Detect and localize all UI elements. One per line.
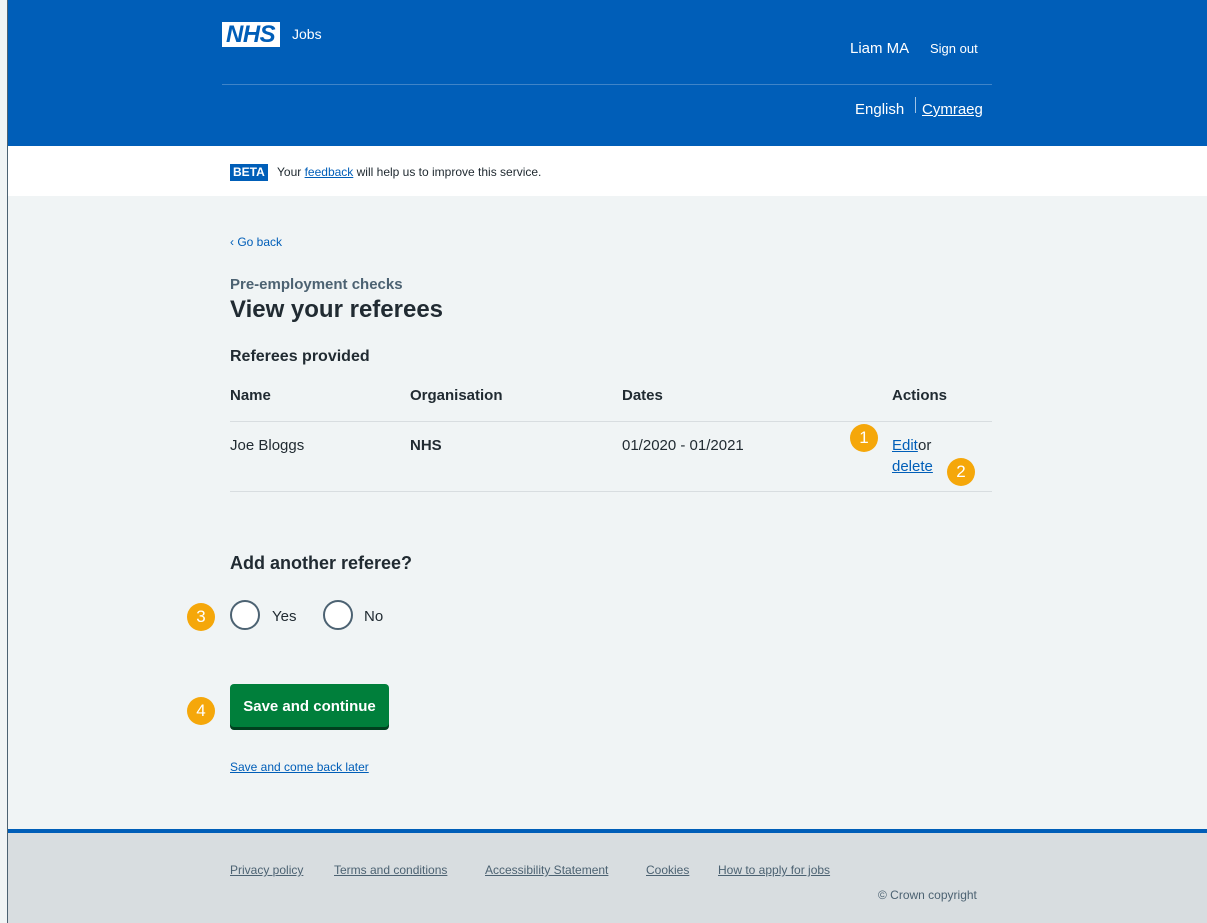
- go-back-label: Go back: [237, 235, 283, 249]
- footer-link-how-to-apply[interactable]: How to apply for jobs: [718, 863, 830, 877]
- language-separator: [915, 97, 916, 113]
- beta-text-before: Your: [277, 165, 302, 179]
- step-marker-3: 3: [187, 603, 215, 631]
- radio-no[interactable]: [323, 600, 353, 630]
- actions-or-text: or: [918, 437, 932, 454]
- page-title: View your referees: [230, 296, 444, 323]
- step-marker-2: 2: [947, 458, 975, 486]
- radio-yes[interactable]: [230, 600, 260, 630]
- chevron-left-icon: ‹: [230, 235, 234, 249]
- radio-no-label[interactable]: No: [364, 608, 383, 625]
- delete-referee-link[interactable]: delete: [892, 458, 933, 475]
- footer-link-privacy[interactable]: Privacy policy: [230, 863, 303, 877]
- save-and-continue-button[interactable]: Save and continue: [230, 684, 389, 727]
- copyright: © Crown copyright: [878, 888, 977, 902]
- referee-dates: 01/2020 - 01/2021: [622, 437, 744, 454]
- service-name: Jobs: [292, 26, 322, 42]
- page-caption: Pre-employment checks: [230, 276, 403, 293]
- radio-yes-label[interactable]: Yes: [272, 608, 296, 625]
- column-header-dates: Dates: [622, 387, 663, 404]
- column-header-organisation: Organisation: [410, 387, 503, 404]
- referee-organisation: NHS: [410, 437, 442, 454]
- go-back-link[interactable]: ‹ Go back: [230, 235, 282, 249]
- nhs-logo-text: NHS: [226, 21, 276, 48]
- nhs-logo[interactable]: NHS: [222, 22, 280, 47]
- column-header-name: Name: [230, 387, 271, 404]
- footer-link-accessibility[interactable]: Accessibility Statement: [485, 863, 608, 877]
- footer-link-cookies[interactable]: Cookies: [646, 863, 689, 877]
- beta-message: Your feedback will help us to improve th…: [277, 165, 541, 179]
- column-header-actions: Actions: [892, 387, 948, 404]
- site-header: [8, 0, 1207, 146]
- table-caption: Referees provided: [230, 348, 370, 365]
- beta-banner: [8, 146, 1207, 196]
- user-name: Liam MA: [850, 40, 910, 57]
- header-divider: [222, 84, 992, 85]
- table-header-divider: [230, 421, 992, 422]
- edit-referee-link[interactable]: Edit: [892, 437, 918, 454]
- feedback-link[interactable]: feedback: [305, 165, 354, 179]
- table-row-divider: [230, 491, 992, 492]
- add-referee-question: Add another referee?: [230, 553, 413, 573]
- footer-link-terms[interactable]: Terms and conditions: [334, 863, 447, 877]
- beta-tag: BETA: [230, 164, 268, 181]
- step-marker-1: 1: [850, 424, 878, 452]
- beta-text-after: will help us to improve this service.: [356, 165, 542, 179]
- language-cymraeg-link[interactable]: Cymraeg: [922, 101, 983, 118]
- sign-out-link[interactable]: Sign out: [930, 41, 978, 56]
- window-border: [7, 0, 8, 923]
- referee-name: Joe Bloggs: [230, 437, 305, 454]
- step-marker-4: 4: [187, 697, 215, 725]
- save-and-come-back-later-link[interactable]: Save and come back later: [230, 760, 369, 774]
- language-english: English: [855, 101, 905, 118]
